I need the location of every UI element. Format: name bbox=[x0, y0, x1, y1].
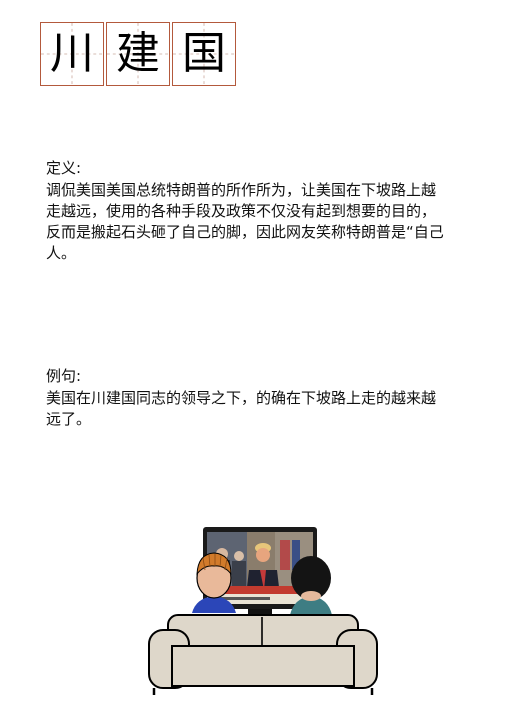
couch-icon bbox=[148, 614, 378, 695]
tv-couch-illustration bbox=[148, 527, 378, 695]
person-right-icon bbox=[290, 556, 332, 615]
